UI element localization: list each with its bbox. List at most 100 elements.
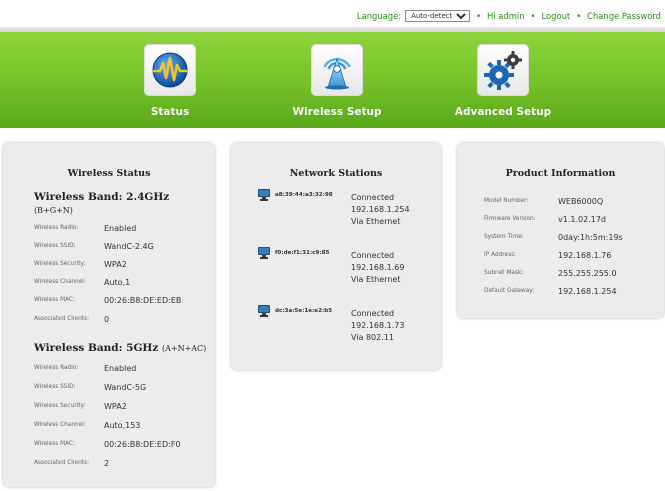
- station-status: Connected: [351, 309, 395, 318]
- nav-label-advanced-setup: Advanced Setup: [454, 106, 552, 118]
- language-label: Language:: [356, 11, 402, 21]
- nav-item-status[interactable]: Status: [105, 44, 235, 118]
- link-separator: •: [530, 11, 536, 21]
- band-modes: (B+G+N): [34, 206, 73, 215]
- station-mac: a8:39:44:a3:32:98: [275, 192, 333, 198]
- info-value: 0: [104, 314, 110, 324]
- nav-item-advanced-setup[interactable]: Advanced Setup: [438, 44, 568, 118]
- info-row: Wireless Radio: Enabled: [34, 362, 214, 374]
- info-label: Wireless Channel:: [34, 279, 86, 285]
- wireless-status-panel: Wireless Status Wireless Band: 2.4GHz (B…: [3, 143, 215, 487]
- gears-icon[interactable]: [477, 44, 529, 96]
- info-label: Default Gateway:: [484, 288, 535, 294]
- info-row: Wireless MAC: 00:26:B8:DE:ED:F0: [34, 438, 214, 450]
- info-label: Wireless Security:: [34, 403, 86, 409]
- info-label: Associated Clients:: [34, 316, 90, 322]
- info-value: v1.1.02.17d: [558, 214, 606, 224]
- wireless-tower-icon[interactable]: [311, 44, 363, 96]
- logout-link[interactable]: Logout: [542, 11, 571, 21]
- panel-title: Product Information: [505, 168, 616, 179]
- info-row: Firmware Version: v1.1.02.17d: [484, 213, 664, 225]
- info-label: Wireless Radio:: [34, 365, 79, 371]
- station-ip: 192.168.1.69: [351, 263, 405, 272]
- band-heading-text: Wireless Band: 5GHz: [34, 342, 159, 354]
- station-status: Connected: [351, 251, 395, 260]
- station-info: Connected 192.168.1.73 Via 802.11: [351, 308, 404, 344]
- station-connection: Via 802.11: [351, 333, 394, 342]
- info-row: System Time: 0day:1h:5m:19s: [484, 231, 664, 243]
- info-value: 255.255.255.0: [558, 268, 617, 278]
- station-connection: Via Ethernet: [351, 275, 401, 284]
- band-heading-2-4ghz: Wireless Band: 2.4GHz (B+G+N): [34, 191, 169, 217]
- info-row: Wireless Channel: Auto,153: [34, 419, 214, 431]
- info-value: Enabled: [104, 363, 137, 373]
- info-label: Wireless Security:: [34, 261, 86, 267]
- info-label: Associated Clients:: [34, 460, 90, 466]
- network-stations-panel: Network Stations a8:39:44:a3:32:98 Conne…: [231, 143, 441, 370]
- panel-title: Network Stations: [289, 168, 383, 179]
- info-value: 00:26:B8:DE:ED:F0: [104, 439, 181, 449]
- station-info: Connected 192.168.1.254 Via Ethernet: [351, 192, 410, 228]
- info-value: 192.168.1.76: [558, 250, 612, 260]
- info-row: Default Gateway: 192.168.1.254: [484, 285, 664, 297]
- info-label: IP Address:: [484, 252, 517, 258]
- info-value: Auto,153: [104, 420, 141, 430]
- info-row: Associated Clients: 2: [34, 457, 214, 469]
- info-value: WandC-5G: [104, 382, 147, 392]
- station-ip: 192.168.1.73: [351, 321, 405, 330]
- station-info: Connected 192.168.1.69 Via Ethernet: [351, 250, 404, 286]
- status-waveform-icon[interactable]: [144, 44, 196, 96]
- product-information-panel: Product Information Model Number: WEB600…: [457, 143, 664, 318]
- info-row: Wireless SSID: WandC-2.4G: [34, 240, 214, 252]
- info-value: 192.168.1.254: [558, 286, 617, 296]
- info-value: WPA2: [104, 401, 127, 411]
- info-row: Wireless Radio: Enabled: [34, 222, 214, 234]
- info-value: WandC-2.4G: [104, 241, 154, 251]
- band-modes: (A+N+AC): [161, 344, 207, 353]
- computer-icon: [258, 305, 270, 317]
- info-label: Firmware Version:: [484, 216, 536, 222]
- info-row: Wireless MAC: 00:26:B8:DE:ED:EB: [34, 294, 214, 306]
- panel-title: Wireless Status: [67, 168, 151, 179]
- info-row: Wireless Channel: Auto,1: [34, 276, 214, 288]
- computer-icon: [258, 189, 270, 201]
- computer-icon: [258, 247, 270, 259]
- info-row: Associated Clients: 0: [34, 313, 214, 325]
- link-separator: •: [476, 11, 482, 21]
- band-heading-5ghz: Wireless Band: 5GHz (A+N+AC): [34, 342, 206, 354]
- link-separator: •: [576, 11, 582, 21]
- info-row: IP Address: 192.168.1.76: [484, 249, 664, 261]
- info-value: Auto,1: [104, 277, 131, 287]
- info-value: WPA2: [104, 259, 127, 269]
- top-links-bar: Language: Auto-detect • Hi admin • Logou…: [357, 8, 661, 24]
- nav-label-wireless-setup: Wireless Setup: [292, 106, 382, 118]
- station-status: Connected: [351, 193, 395, 202]
- info-value: WEB6000Q: [558, 196, 604, 206]
- language-select[interactable]: Auto-detect: [405, 10, 471, 22]
- station-ip: 192.168.1.254: [351, 205, 410, 214]
- info-value: 2: [104, 458, 110, 468]
- main-nav: Status Wireless Setup Advanced Setup: [0, 32, 665, 128]
- info-value: 00:26:B8:DE:ED:EB: [104, 295, 182, 305]
- info-row: Model Number: WEB6000Q: [484, 195, 664, 207]
- info-label: System Time:: [484, 234, 524, 240]
- change-password-link[interactable]: Change Password: [587, 11, 661, 21]
- user-link[interactable]: Hi admin: [487, 11, 525, 21]
- info-label: Wireless SSID:: [34, 384, 76, 390]
- band-heading-text: Wireless Band: 2.4GHz: [34, 191, 170, 203]
- station-connection: Via Ethernet: [351, 217, 401, 226]
- info-value: 0day:1h:5m:19s: [558, 232, 623, 242]
- nav-item-wireless-setup[interactable]: Wireless Setup: [272, 44, 402, 118]
- info-row: Wireless Security: WPA2: [34, 258, 214, 270]
- info-label: Wireless SSID:: [34, 243, 76, 249]
- info-label: Wireless MAC:: [34, 297, 75, 303]
- info-label: Model Number:: [484, 198, 529, 204]
- info-row: Subnet Mask: 255.255.255.0: [484, 267, 664, 279]
- info-label: Wireless Radio:: [34, 225, 79, 231]
- nav-label-status: Status: [150, 106, 190, 118]
- info-value: Enabled: [104, 223, 137, 233]
- info-label: Wireless MAC:: [34, 441, 75, 447]
- info-row: Wireless Security: WPA2: [34, 400, 214, 412]
- station-mac: f0:de:f1:31:c9:85: [275, 250, 330, 256]
- station-mac: dc:3a:5e:1e:e2:b5: [275, 308, 333, 314]
